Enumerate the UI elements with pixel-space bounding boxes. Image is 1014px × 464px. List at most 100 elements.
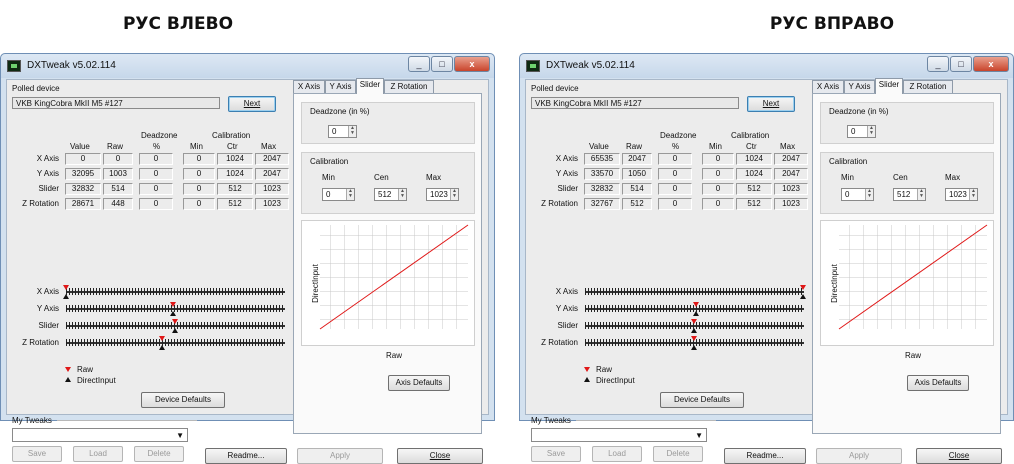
deadzone-label: Deadzone (in %) [829, 107, 889, 116]
axis-dz-cell: 0 [139, 183, 173, 195]
apply-button[interactable]: Apply [297, 448, 383, 464]
tab-y-axis[interactable]: Y Axis [844, 80, 875, 94]
legend-directinput-marker [65, 377, 71, 382]
close-icon[interactable]: x [454, 56, 490, 72]
spin-arrows-icon[interactable]: ▲ ▼ [865, 189, 873, 200]
minimize-icon[interactable]: _ [408, 56, 430, 72]
maximize-icon[interactable]: □ [950, 56, 972, 72]
axis-value-cell: 32767 [584, 198, 620, 210]
deadzone-value: 0 [332, 127, 337, 136]
my-tweaks-combo[interactable]: ▼ [531, 428, 707, 442]
client-area: Polled device VKB KingCobra MkII M5 #127… [525, 78, 1008, 464]
graph-xlabel: Raw [386, 351, 403, 360]
axis-min-cell: 0 [183, 198, 215, 210]
next-button[interactable]: Next [228, 96, 276, 112]
axis-dz-cell: 0 [658, 168, 692, 180]
title-bar: DXTweak v5.02.114 _ □ x [520, 54, 1013, 78]
apply-button[interactable]: Apply [816, 448, 902, 464]
axis-row-label: Y Axis [555, 169, 578, 178]
slider-label: Y Axis [555, 304, 578, 313]
close-icon[interactable]: x [973, 56, 1009, 72]
readme-button[interactable]: Readme... [205, 448, 287, 464]
calib-min-spinner[interactable]: 0 ▲ ▼ [322, 188, 355, 201]
tab-slider[interactable]: Slider [875, 78, 903, 94]
tab-z-rotation[interactable]: Z Rotation [903, 80, 953, 94]
ctr-header: Ctr [746, 142, 757, 151]
calib-min-label: Min [841, 173, 854, 182]
calibration-label: Calibration [310, 157, 349, 166]
axis-value-cell: 32095 [65, 168, 101, 180]
axis-row-label: Y Axis [36, 169, 59, 178]
spin-arrows-icon[interactable]: ▲ ▼ [450, 189, 458, 200]
deadzone-spinner[interactable]: 0 ▲ ▼ [328, 125, 357, 138]
device-defaults-button[interactable]: Device Defaults [141, 392, 225, 408]
delete-button[interactable]: Delete [653, 446, 703, 462]
deadzone-header: Deadzone [660, 131, 697, 140]
response-curve-graph: DirectInput [301, 220, 475, 346]
calib-min-spinner[interactable]: 0 ▲ ▼ [841, 188, 874, 201]
tab-x-axis[interactable]: X Axis [293, 80, 325, 94]
spin-arrows-icon[interactable]: ▲ ▼ [398, 189, 406, 200]
calib-max-label: Max [945, 173, 961, 182]
save-button[interactable]: Save [531, 446, 581, 462]
deadzone-header: Deadzone [141, 131, 178, 140]
load-button[interactable]: Load [592, 446, 642, 462]
spin-arrows-icon[interactable]: ▲ ▼ [346, 189, 354, 200]
axis-max-cell: 1023 [774, 198, 808, 210]
legend-directinput-marker [584, 377, 590, 382]
next-button[interactable]: Next [747, 96, 795, 112]
legend-directinput-label: DirectInput [596, 376, 635, 385]
close-button[interactable]: Close [397, 448, 483, 464]
tab-y-axis[interactable]: Y Axis [325, 80, 356, 94]
tab-x-axis[interactable]: X Axis [812, 80, 844, 94]
tab-slider[interactable]: Slider [356, 78, 384, 94]
calib-min-label: Min [322, 173, 335, 182]
tab-z-rotation[interactable]: Z Rotation [384, 80, 434, 94]
axis-dz-cell: 0 [139, 168, 173, 180]
axis-dz-cell: 0 [658, 153, 692, 165]
calib-max-spinner[interactable]: 1023 ▲ ▼ [426, 188, 459, 201]
chevron-down-icon: ▼ [695, 431, 703, 440]
dxtweak-window: DXTweak v5.02.114 _ □ x Polled device VK… [0, 53, 495, 464]
directinput-marker [172, 328, 178, 333]
legend-directinput-label: DirectInput [77, 376, 116, 385]
caption-left: РУС ВЛЕВО [122, 14, 234, 34]
maximize-icon[interactable]: □ [431, 56, 453, 72]
directinput-marker [63, 294, 69, 299]
directinput-marker [691, 328, 697, 333]
readme-button[interactable]: Readme... [724, 448, 806, 464]
axis-row-label: Slider [557, 184, 578, 193]
calib-cen-spinner[interactable]: 512 ▲ ▼ [893, 188, 926, 201]
close-button[interactable]: Close [916, 448, 1002, 464]
calibration-group: Calibration Min Cen Max 0 ▲ ▼ 512 ▲ ▼ 1023 ▲ ▼ [301, 152, 475, 214]
slider-label: X Axis [555, 287, 578, 296]
calib-cen-spinner[interactable]: 512 ▲ ▼ [374, 188, 407, 201]
legend-raw-marker [65, 367, 71, 372]
title-bar: DXTweak v5.02.114 _ □ x [1, 54, 494, 78]
raw-marker [169, 302, 176, 307]
spin-arrows-icon[interactable]: ▲ ▼ [917, 189, 925, 200]
spin-arrows-icon[interactable]: ▲ ▼ [348, 126, 356, 137]
max-header: Max [261, 142, 277, 151]
app-icon [526, 60, 540, 72]
axis-min-cell: 0 [702, 168, 734, 180]
save-button[interactable]: Save [12, 446, 62, 462]
axis-defaults-button[interactable]: Axis Defaults [907, 375, 969, 391]
load-button[interactable]: Load [73, 446, 123, 462]
my-tweaks-combo[interactable]: ▼ [12, 428, 188, 442]
spin-arrows-icon[interactable]: ▲ ▼ [867, 126, 875, 137]
axis-ctr-cell: 512 [736, 198, 772, 210]
deadzone-spinner[interactable]: 0 ▲ ▼ [847, 125, 876, 138]
directinput-marker [800, 294, 806, 299]
device-defaults-button[interactable]: Device Defaults [660, 392, 744, 408]
spin-arrows-icon[interactable]: ▲ ▼ [969, 189, 977, 200]
calib-max-spinner[interactable]: 1023 ▲ ▼ [945, 188, 978, 201]
axis-ctr-cell: 1024 [217, 153, 253, 165]
response-curve-graph: DirectInput [820, 220, 994, 346]
axis-defaults-button[interactable]: Axis Defaults [388, 375, 450, 391]
max-header: Max [780, 142, 796, 151]
deadzone-group: Deadzone (in %) 0 ▲ ▼ [301, 102, 475, 144]
delete-button[interactable]: Delete [134, 446, 184, 462]
minimize-icon[interactable]: _ [927, 56, 949, 72]
axis-min-cell: 0 [702, 198, 734, 210]
